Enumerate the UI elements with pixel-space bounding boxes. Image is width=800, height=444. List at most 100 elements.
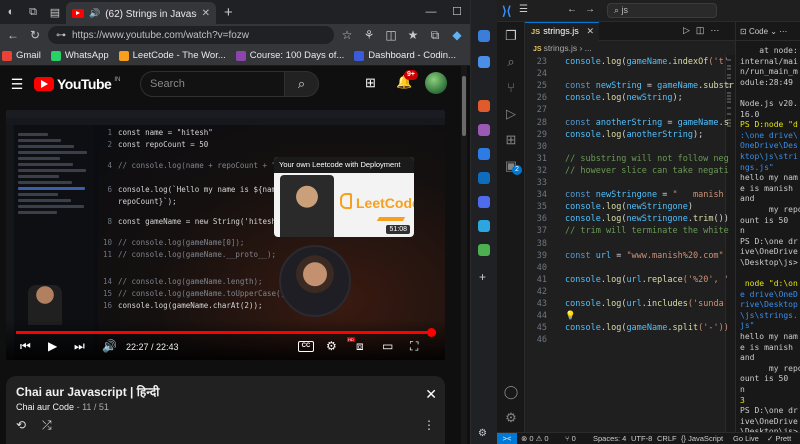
- tab-youtube[interactable]: 🔊 (62) Strings in Javascript | दृ ✕: [66, 2, 216, 24]
- close-icon[interactable]: ✕: [586, 23, 594, 40]
- search-icon[interactable]: ⌕: [503, 54, 519, 70]
- create-icon[interactable]: ⊞: [365, 75, 376, 91]
- split-screen-icon[interactable]: ◫: [382, 28, 400, 42]
- bookmark-label: LeetCode - The Wor...: [132, 50, 226, 61]
- terminal-line: e is manish: [740, 183, 793, 193]
- video-player[interactable]: 1 const name = "hitesh" 2 const repoCount =…: [6, 110, 445, 360]
- progress-bar[interactable]: [16, 328, 436, 337]
- new-tab-button[interactable]: +: [224, 4, 233, 21]
- progress-scrubber[interactable]: [426, 328, 436, 337]
- ports-status[interactable]: ⑂ 0: [565, 433, 576, 444]
- minimap[interactable]: [725, 55, 735, 432]
- bookmark-item[interactable]: Dashboard - Codin...: [354, 50, 456, 61]
- miniplayer-icon[interactable]: ⧈: [356, 338, 364, 354]
- language-status[interactable]: {} JavaScript: [681, 433, 723, 444]
- go-live-status[interactable]: Go Live: [733, 433, 759, 444]
- terminal-tab-label[interactable]: Code: [749, 27, 768, 36]
- playlist-title[interactable]: Chai aur Javascript | हिन्दी: [16, 383, 159, 400]
- code-editor[interactable]: 23 console.log(gameName.indexOf('t' 24 25 co…: [525, 55, 735, 432]
- terminal-line: 16.0: [740, 109, 760, 119]
- site-info-icon[interactable]: ⊶: [56, 30, 66, 41]
- playlist-channel[interactable]: Chai aur Code: [16, 402, 74, 412]
- scrollbar-thumb[interactable]: [462, 76, 466, 136]
- minimize-icon[interactable]: —: [418, 0, 444, 24]
- refresh-icon[interactable]: ↻: [26, 28, 44, 42]
- copilot-sidebar-icon[interactable]: [478, 56, 490, 68]
- account-icon[interactable]: ◯: [503, 384, 519, 400]
- encoding-status[interactable]: UTF-8: [631, 433, 652, 444]
- url-field[interactable]: ⊶ https://www.youtube.com/watch?v=fozw: [48, 26, 334, 44]
- theater-mode-icon[interactable]: ▭: [382, 338, 393, 354]
- manage-gear-icon[interactable]: ⚙: [503, 410, 519, 426]
- code-line: console.log(anotherString);: [565, 129, 704, 140]
- games-icon[interactable]: [478, 148, 490, 160]
- search-sidebar-icon[interactable]: [478, 30, 490, 42]
- eol-status[interactable]: CRLF: [657, 433, 677, 444]
- command-center-search[interactable]: ⌕ js: [607, 3, 717, 18]
- remote-indicator[interactable]: ><: [497, 433, 517, 444]
- profile-icon[interactable]: ◐: [0, 0, 22, 24]
- explorer-icon[interactable]: ❐: [503, 28, 519, 44]
- previous-icon[interactable]: ⏮: [20, 338, 31, 354]
- close-icon[interactable]: ✕: [425, 386, 437, 403]
- source-control-icon[interactable]: ⑂: [503, 80, 519, 96]
- close-tab-icon[interactable]: ✕: [202, 8, 210, 19]
- favorite-star-icon[interactable]: ☆: [338, 28, 356, 42]
- youtube-logo[interactable]: YouTube IN: [34, 76, 120, 92]
- shuffle-icon[interactable]: ⤮: [42, 418, 52, 433]
- office-icon[interactable]: [478, 196, 490, 208]
- search-button[interactable]: ⌕: [285, 71, 319, 97]
- extensions-icon[interactable]: ⊞: [503, 132, 519, 148]
- settings-gear-icon[interactable]: ⚙: [326, 338, 337, 354]
- line-number: 24: [536, 69, 547, 80]
- extensions-icon[interactable]: ⚘: [360, 28, 378, 42]
- add-app-icon[interactable]: +: [479, 270, 486, 284]
- telegram-icon[interactable]: [478, 220, 490, 232]
- menu-icon[interactable]: ☰: [0, 76, 34, 93]
- more-options-icon[interactable]: ⋮: [423, 418, 435, 432]
- page-scrollbar[interactable]: [461, 66, 467, 444]
- maximize-icon[interactable]: ☐: [444, 0, 470, 24]
- play-icon[interactable]: ▶: [48, 338, 57, 354]
- next-icon[interactable]: ⏭: [74, 338, 85, 354]
- shopping-icon[interactable]: [478, 100, 490, 112]
- breadcrumb-file[interactable]: strings.js: [544, 43, 578, 53]
- run-debug-icon[interactable]: ▷: [503, 106, 519, 122]
- forward-icon[interactable]: →: [585, 4, 595, 15]
- sidebar-settings-icon[interactable]: ⚙: [478, 428, 487, 439]
- video-line-number: 11: [102, 250, 112, 259]
- bookmark-item[interactable]: Course: 100 Days of...: [235, 50, 344, 61]
- outlook-icon[interactable]: [478, 172, 490, 184]
- bookmark-label: Gmail: [16, 50, 41, 61]
- bookmark-item[interactable]: Gmail: [2, 50, 41, 61]
- menu-icon[interactable]: ☰: [519, 4, 528, 15]
- bookmark-item[interactable]: LeetCode - The Wor...: [118, 50, 226, 61]
- prettier-status[interactable]: ✓ Prett: [767, 433, 791, 444]
- speaker-icon[interactable]: 🔊: [89, 8, 100, 19]
- fullscreen-icon[interactable]: ⛶: [410, 338, 418, 354]
- avatar[interactable]: [425, 72, 447, 94]
- editor-actions[interactable]: ▷◫⋯: [683, 25, 725, 36]
- collections-icon[interactable]: ⧉: [426, 28, 444, 43]
- back-icon[interactable]: ←: [4, 28, 22, 42]
- loop-icon[interactable]: ⟲: [16, 418, 26, 432]
- captions-button[interactable]: CC: [298, 341, 314, 352]
- tab-actions-icon[interactable]: ▤: [44, 0, 66, 24]
- workspaces-icon[interactable]: ⧉: [22, 0, 44, 24]
- terminal-output[interactable]: at node: internal/mai n/run_main_m odule:28…: [740, 46, 800, 438]
- indent-status[interactable]: Spaces: 4: [593, 433, 626, 444]
- favorites-icon[interactable]: ★: [404, 28, 422, 42]
- back-icon[interactable]: ←: [567, 4, 577, 15]
- tools-icon[interactable]: [478, 124, 490, 136]
- app-icon[interactable]: [478, 244, 490, 256]
- end-screen-card[interactable]: Your own Leetcode with Deployment LeetCo…: [274, 157, 414, 237]
- volume-icon[interactable]: 🔊: [102, 338, 117, 354]
- tab-strings-js[interactable]: JS strings.js ✕: [525, 22, 599, 41]
- youtube-play-logo-icon: [34, 77, 54, 91]
- code-line: // trim will terminate the white: [565, 226, 729, 237]
- bookmark-item[interactable]: WhatsApp: [50, 50, 109, 61]
- copilot-icon[interactable]: ◆: [448, 28, 466, 42]
- problems-status[interactable]: ⊗ 0 ⚠ 0: [521, 433, 549, 444]
- search-input[interactable]: Search: [140, 71, 285, 97]
- hd-badge: HD: [347, 337, 355, 342]
